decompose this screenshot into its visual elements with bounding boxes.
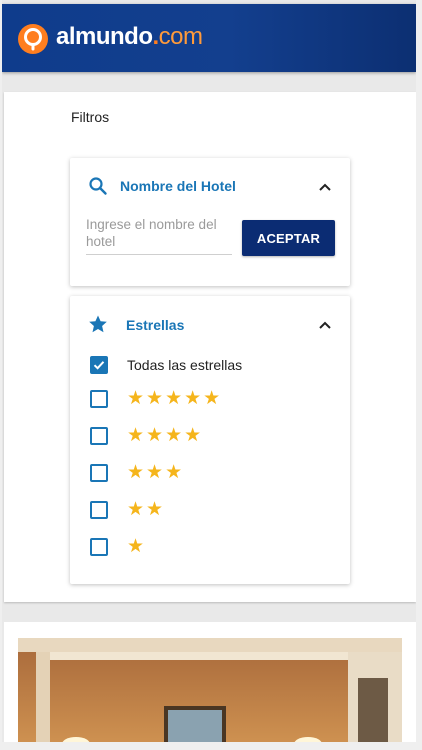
star-icon — [89, 315, 107, 333]
star-option-5[interactable]: ★★★★★ — [90, 389, 330, 409]
hotel-name-filter-title[interactable]: Nombre del Hotel — [120, 178, 236, 194]
checkbox-4-stars[interactable] — [90, 427, 108, 445]
one-star-icon: ★ — [127, 536, 147, 557]
five-stars-icon: ★★★★★ — [127, 388, 223, 409]
hotel-name-input-wrap — [86, 216, 232, 255]
app-frame: almundo.com Filtros Nombre del Hotel ACE… — [2, 0, 416, 742]
star-option-3[interactable]: ★★★ — [90, 463, 330, 483]
top-header: almundo.com — [2, 4, 416, 72]
checkbox-3-stars[interactable] — [90, 464, 108, 482]
filters-panel: Filtros Nombre del Hotel ACEPTAR Estrell… — [4, 92, 416, 602]
checkbox-2-stars[interactable] — [90, 501, 108, 519]
brand-name: almundo — [56, 23, 153, 50]
star-option-all[interactable]: Todas las estrellas — [90, 355, 330, 375]
star-option-1[interactable]: ★ — [90, 537, 330, 557]
almundo-logo-icon — [18, 24, 48, 54]
star-option-label: Todas las estrellas — [127, 357, 243, 373]
hotel-photo[interactable] — [18, 638, 402, 742]
four-stars-icon: ★★★★ — [127, 425, 204, 446]
three-stars-icon: ★★★ — [127, 462, 185, 483]
two-stars-icon: ★★ — [127, 499, 166, 520]
chevron-up-icon[interactable] — [318, 320, 332, 330]
chevron-up-icon[interactable] — [318, 182, 332, 192]
filters-title: Filtros — [71, 109, 110, 125]
star-option-4[interactable]: ★★★★ — [90, 426, 330, 446]
hotel-name-input[interactable] — [86, 216, 232, 252]
accept-button[interactable]: ACEPTAR — [242, 220, 335, 256]
brand-tld: com — [158, 23, 203, 50]
search-icon — [89, 177, 107, 195]
star-option-2[interactable]: ★★ — [90, 500, 330, 520]
hotel-result-card[interactable] — [4, 622, 416, 742]
checkmark-icon — [93, 361, 105, 370]
stars-filter-card: Estrellas Todas las estrellas ★★★★★ ★★★★ — [70, 296, 350, 584]
checkbox-all-stars[interactable] — [90, 356, 108, 374]
hotel-name-filter-card: Nombre del Hotel ACEPTAR — [70, 158, 350, 286]
checkbox-5-stars[interactable] — [90, 390, 108, 408]
stars-filter-title[interactable]: Estrellas — [126, 317, 184, 333]
checkbox-1-star[interactable] — [90, 538, 108, 556]
brand-logo-text[interactable]: almundo.com — [56, 23, 203, 51]
hotel-room-image — [18, 638, 402, 742]
